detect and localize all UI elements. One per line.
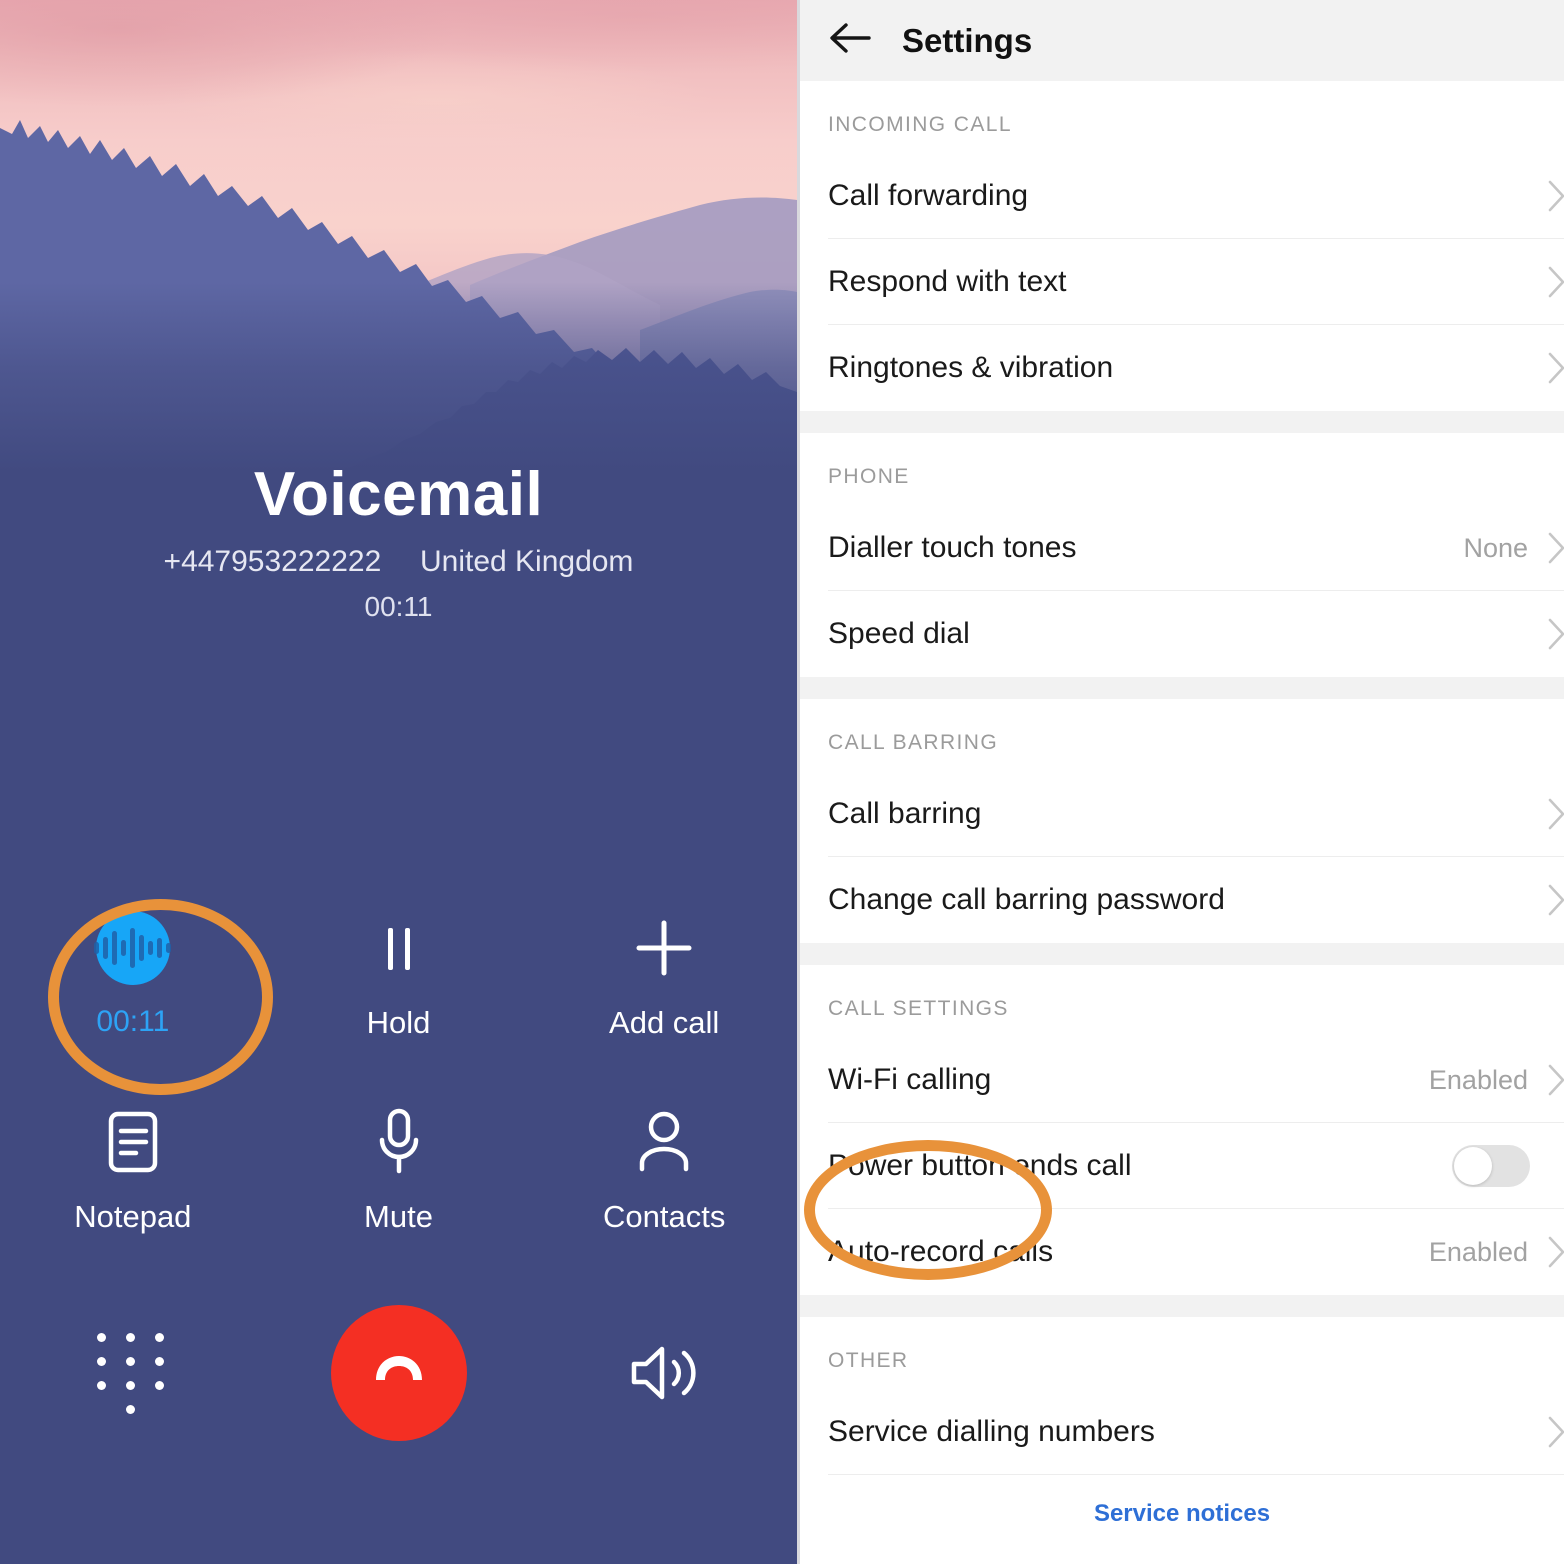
section-heading-other: OTHER [828, 1349, 909, 1372]
section-heading-incoming-call: INCOMING CALL [828, 113, 1012, 136]
settings-row-dialler-touch-tones[interactable]: Dialler touch tones None [800, 505, 1564, 591]
back-arrow-icon[interactable] [828, 21, 872, 60]
service-notices-link-row[interactable]: Service notices [800, 1475, 1564, 1553]
section-gap [800, 677, 1564, 699]
row-label: Respond with text [828, 265, 1067, 298]
audio-waveform-icon [94, 911, 172, 985]
power-button-ends-call-toggle[interactable] [1452, 1145, 1530, 1187]
contacts-label: Contacts [603, 1199, 726, 1234]
settings-header: Settings [800, 0, 1564, 81]
settings-row-service-dialling-numbers[interactable]: Service dialling numbers [800, 1389, 1564, 1475]
settings-row-wifi-calling[interactable]: Wi-Fi calling Enabled [800, 1037, 1564, 1123]
row-label: Wi-Fi calling [828, 1063, 992, 1096]
settings-row-speed-dial[interactable]: Speed dial [800, 591, 1564, 677]
call-wallpaper [0, 0, 797, 470]
contact-name: Voicemail [253, 460, 544, 529]
call-number-region: +447953222222 United Kingdom [0, 545, 797, 579]
section-heading-phone: PHONE [828, 465, 910, 488]
person-icon [632, 1099, 696, 1185]
section-heading-call-settings: CALL SETTINGS [828, 997, 1009, 1020]
call-controls-row-1: 00:11 Hold Add call [0, 905, 797, 1041]
dialpad-icon [96, 1330, 169, 1416]
settings-row-respond-with-text[interactable]: Respond with text [800, 239, 1564, 325]
wallpaper-fade [0, 282, 797, 470]
row-label: Call forwarding [828, 179, 1029, 212]
contacts-button[interactable]: Contacts [531, 1099, 797, 1235]
record-icon-wrap [94, 905, 172, 991]
add-call-button[interactable]: Add call [531, 905, 797, 1041]
call-controls: 00:11 Hold Add call Notepad Mute Contact… [0, 905, 797, 1441]
settings-row-call-barring[interactable]: Call barring [800, 771, 1564, 857]
section-gap [800, 1295, 1564, 1317]
row-label: Service dialling numbers [828, 1415, 1155, 1448]
pause-icon [367, 905, 431, 991]
settings-row-more[interactable]: More [800, 1553, 1564, 1564]
hold-button[interactable]: Hold [266, 905, 532, 1041]
chevron-right-icon [1544, 526, 1564, 570]
speaker-button[interactable] [531, 1330, 797, 1416]
call-info: Voicemail +447953222222 United Kingdom 0… [0, 462, 797, 623]
call-controls-row-3 [0, 1305, 797, 1441]
end-call-button[interactable] [266, 1305, 532, 1441]
chevron-right-icon [1544, 1230, 1564, 1274]
mute-label: Mute [364, 1199, 433, 1234]
section-heading-call-barring: CALL BARRING [828, 731, 999, 754]
mute-button[interactable]: Mute [266, 1099, 532, 1235]
plus-icon [629, 905, 699, 991]
speaker-icon [626, 1330, 702, 1416]
settings-row-auto-record-calls[interactable]: Auto-record calls Enabled [800, 1209, 1564, 1295]
chevron-right-icon [1544, 260, 1564, 304]
waveform-bars [94, 927, 172, 969]
row-label: Change call barring password [828, 883, 1225, 916]
call-settings-screen: Settings INCOMING CALL Call forwarding R… [800, 0, 1564, 1564]
settings-row-change-call-barring-password[interactable]: Change call barring password [800, 857, 1564, 943]
row-label: Speed dial [828, 617, 970, 650]
chevron-right-icon [1544, 346, 1564, 390]
row-value: None [1463, 532, 1528, 563]
in-call-screen: Voicemail +447953222222 United Kingdom 0… [0, 0, 797, 1564]
region-label: United Kingdom [419, 545, 634, 579]
microphone-icon [370, 1099, 428, 1185]
dialpad-dots [96, 1332, 169, 1414]
row-value: Enabled [1428, 1236, 1528, 1267]
section-gap [800, 411, 1564, 433]
notepad-icon [101, 1099, 165, 1185]
app-screenshot: Voicemail +447953222222 United Kingdom 0… [0, 0, 1564, 1564]
row-label: Dialler touch tones [828, 531, 1077, 564]
settings-list: INCOMING CALL Call forwarding Respond wi… [800, 81, 1564, 1564]
call-duration: 00:11 [364, 591, 433, 623]
dialpad-button[interactable] [0, 1330, 266, 1416]
chevron-right-icon [1544, 1058, 1564, 1102]
phone-number: +447953222222 [163, 545, 382, 579]
row-label: Call barring [828, 797, 982, 830]
row-label: Power button ends call [828, 1149, 1132, 1182]
row-label: Ringtones & vibration [828, 351, 1114, 384]
notepad-label: Notepad [74, 1199, 192, 1234]
chevron-right-icon [1544, 878, 1564, 922]
section-gap [800, 943, 1564, 965]
page-title: Settings [902, 21, 1033, 59]
hold-label: Hold [366, 1005, 431, 1040]
end-call-handset-icon [330, 1305, 467, 1441]
settings-row-ringtones-vibration[interactable]: Ringtones & vibration [800, 325, 1564, 411]
settings-row-call-forwarding[interactable]: Call forwarding [800, 153, 1564, 239]
row-value: Enabled [1428, 1064, 1528, 1095]
row-label: Auto-record calls [828, 1235, 1054, 1268]
record-timer-label: 00:11 [96, 1005, 170, 1038]
record-call-button[interactable]: 00:11 [0, 905, 266, 1041]
chevron-right-icon [1544, 792, 1564, 836]
chevron-right-icon [1544, 1410, 1564, 1454]
notepad-button[interactable]: Notepad [0, 1099, 266, 1235]
chevron-right-icon [1544, 612, 1564, 656]
chevron-right-icon [1544, 174, 1564, 218]
call-controls-row-2: Notepad Mute Contacts [0, 1099, 797, 1235]
service-notices-link[interactable]: Service notices [1094, 1500, 1270, 1528]
settings-row-power-button-ends-call[interactable]: Power button ends call [800, 1123, 1564, 1209]
add-call-label: Add call [609, 1005, 720, 1040]
